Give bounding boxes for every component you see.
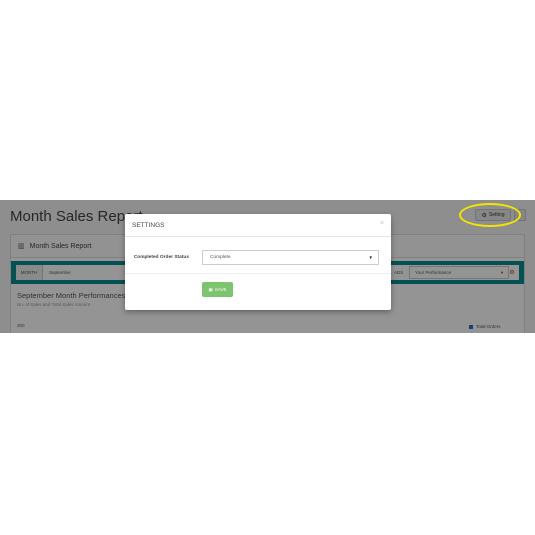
completed-order-status-row: Completed Order Status Complete ▼ xyxy=(125,237,391,274)
settings-modal: SETTINGS × Completed Order Status Comple… xyxy=(125,214,391,310)
close-icon[interactable]: × xyxy=(380,220,384,227)
save-button[interactable]: ▣ SAVE xyxy=(202,282,233,297)
completed-order-status-label: Completed Order Status xyxy=(133,255,189,260)
modal-title: SETTINGS xyxy=(132,221,165,229)
save-button-label: SAVE xyxy=(214,287,227,292)
completed-order-status-select[interactable]: Complete ▼ xyxy=(202,250,379,265)
floppy-disk-icon: ▣ xyxy=(208,286,213,292)
status-select-value: Complete xyxy=(210,255,231,260)
caret-down-icon: ▼ xyxy=(368,255,373,260)
modal-header: SETTINGS × xyxy=(125,214,391,237)
